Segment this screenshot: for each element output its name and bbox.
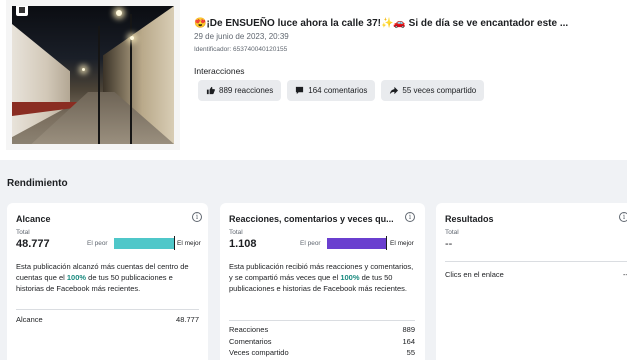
- total-value: 48.777: [16, 238, 50, 250]
- engagement-description: Esta publicación recibió más reacciones …: [229, 262, 414, 293]
- metric-value: 889: [402, 325, 415, 334]
- total-label: Total: [445, 229, 459, 236]
- metric-row: Veces compartido 55: [229, 348, 415, 357]
- metric-row: Clics en el enlace --: [445, 270, 627, 279]
- total-value: 1.108: [229, 238, 257, 250]
- street-photo: [12, 6, 174, 144]
- interaction-chips: 889 reacciones 164 comentarios 55 veces …: [198, 80, 485, 101]
- metric-label: Comentarios: [229, 337, 272, 346]
- divider: [445, 261, 627, 262]
- total-label: Total: [16, 229, 30, 236]
- reach-card: Alcance i Total 48.777 El peor El mejor …: [7, 203, 208, 360]
- total-value: --: [445, 238, 453, 250]
- bar-marker: [174, 236, 175, 250]
- total-label: Total: [229, 229, 243, 236]
- reactions-chip[interactable]: 889 reacciones: [198, 80, 282, 101]
- post-header: 😍¡De ENSUEÑO luce ahora la calle 37!✨🚗 S…: [0, 0, 627, 160]
- bar-marker: [386, 236, 387, 250]
- metric-value: 48.777: [176, 315, 199, 324]
- reactions-chip-label: 889 reacciones: [219, 86, 274, 95]
- card-title: Reacciones, comentarios y veces qu...: [229, 214, 394, 224]
- metric-row: Reacciones 889: [229, 325, 415, 334]
- shares-chip-label: 55 veces compartido: [402, 86, 477, 95]
- worst-label: El peor: [300, 240, 321, 247]
- shares-chip[interactable]: 55 veces compartido: [381, 80, 485, 101]
- divider: [16, 309, 199, 310]
- section-title: Rendimiento: [7, 178, 68, 189]
- benchmark-bar: [114, 238, 174, 249]
- metric-row: Comentarios 164: [229, 337, 415, 346]
- album-icon: [16, 6, 28, 16]
- interactions-heading: Interacciones: [194, 66, 245, 76]
- results-card: Resultados i Total -- Clics en el enlace…: [436, 203, 627, 360]
- best-label: El mejor: [390, 240, 414, 247]
- share-icon: [390, 86, 399, 95]
- metric-value: 55: [406, 348, 415, 357]
- info-icon[interactable]: i: [405, 212, 415, 222]
- metric-value: --: [623, 270, 627, 279]
- card-title: Alcance: [16, 214, 51, 224]
- worst-label: El peor: [87, 240, 108, 247]
- reach-description: Esta publicación alcanzó más cuentas del…: [16, 262, 189, 293]
- metric-label: Veces compartido: [229, 348, 289, 357]
- post-date: 29 de junio de 2023, 20:39: [194, 32, 289, 41]
- info-icon[interactable]: i: [192, 212, 202, 222]
- post-identifier: Identificador: 653740040120155: [194, 46, 288, 53]
- divider: [229, 320, 415, 321]
- metric-row: Alcance 48.777: [16, 315, 199, 324]
- metric-label: Reacciones: [229, 325, 269, 334]
- post-thumbnail[interactable]: [6, 0, 180, 150]
- engagement-card: Reacciones, comentarios y veces qu... i …: [220, 203, 425, 360]
- thumbs-up-icon: [206, 86, 215, 95]
- metric-label: Alcance: [16, 315, 43, 324]
- metric-label: Clics en el enlace: [445, 270, 504, 279]
- card-title: Resultados: [445, 214, 494, 224]
- info-icon[interactable]: i: [619, 212, 627, 222]
- best-label: El mejor: [177, 240, 201, 247]
- comment-icon: [296, 86, 304, 95]
- benchmark-bar: [327, 238, 386, 249]
- comments-chip[interactable]: 164 comentarios: [287, 80, 376, 101]
- post-title: 😍¡De ENSUEÑO luce ahora la calle 37!✨🚗 S…: [194, 18, 569, 29]
- comments-chip-label: 164 comentarios: [308, 86, 368, 95]
- metric-value: 164: [402, 337, 415, 346]
